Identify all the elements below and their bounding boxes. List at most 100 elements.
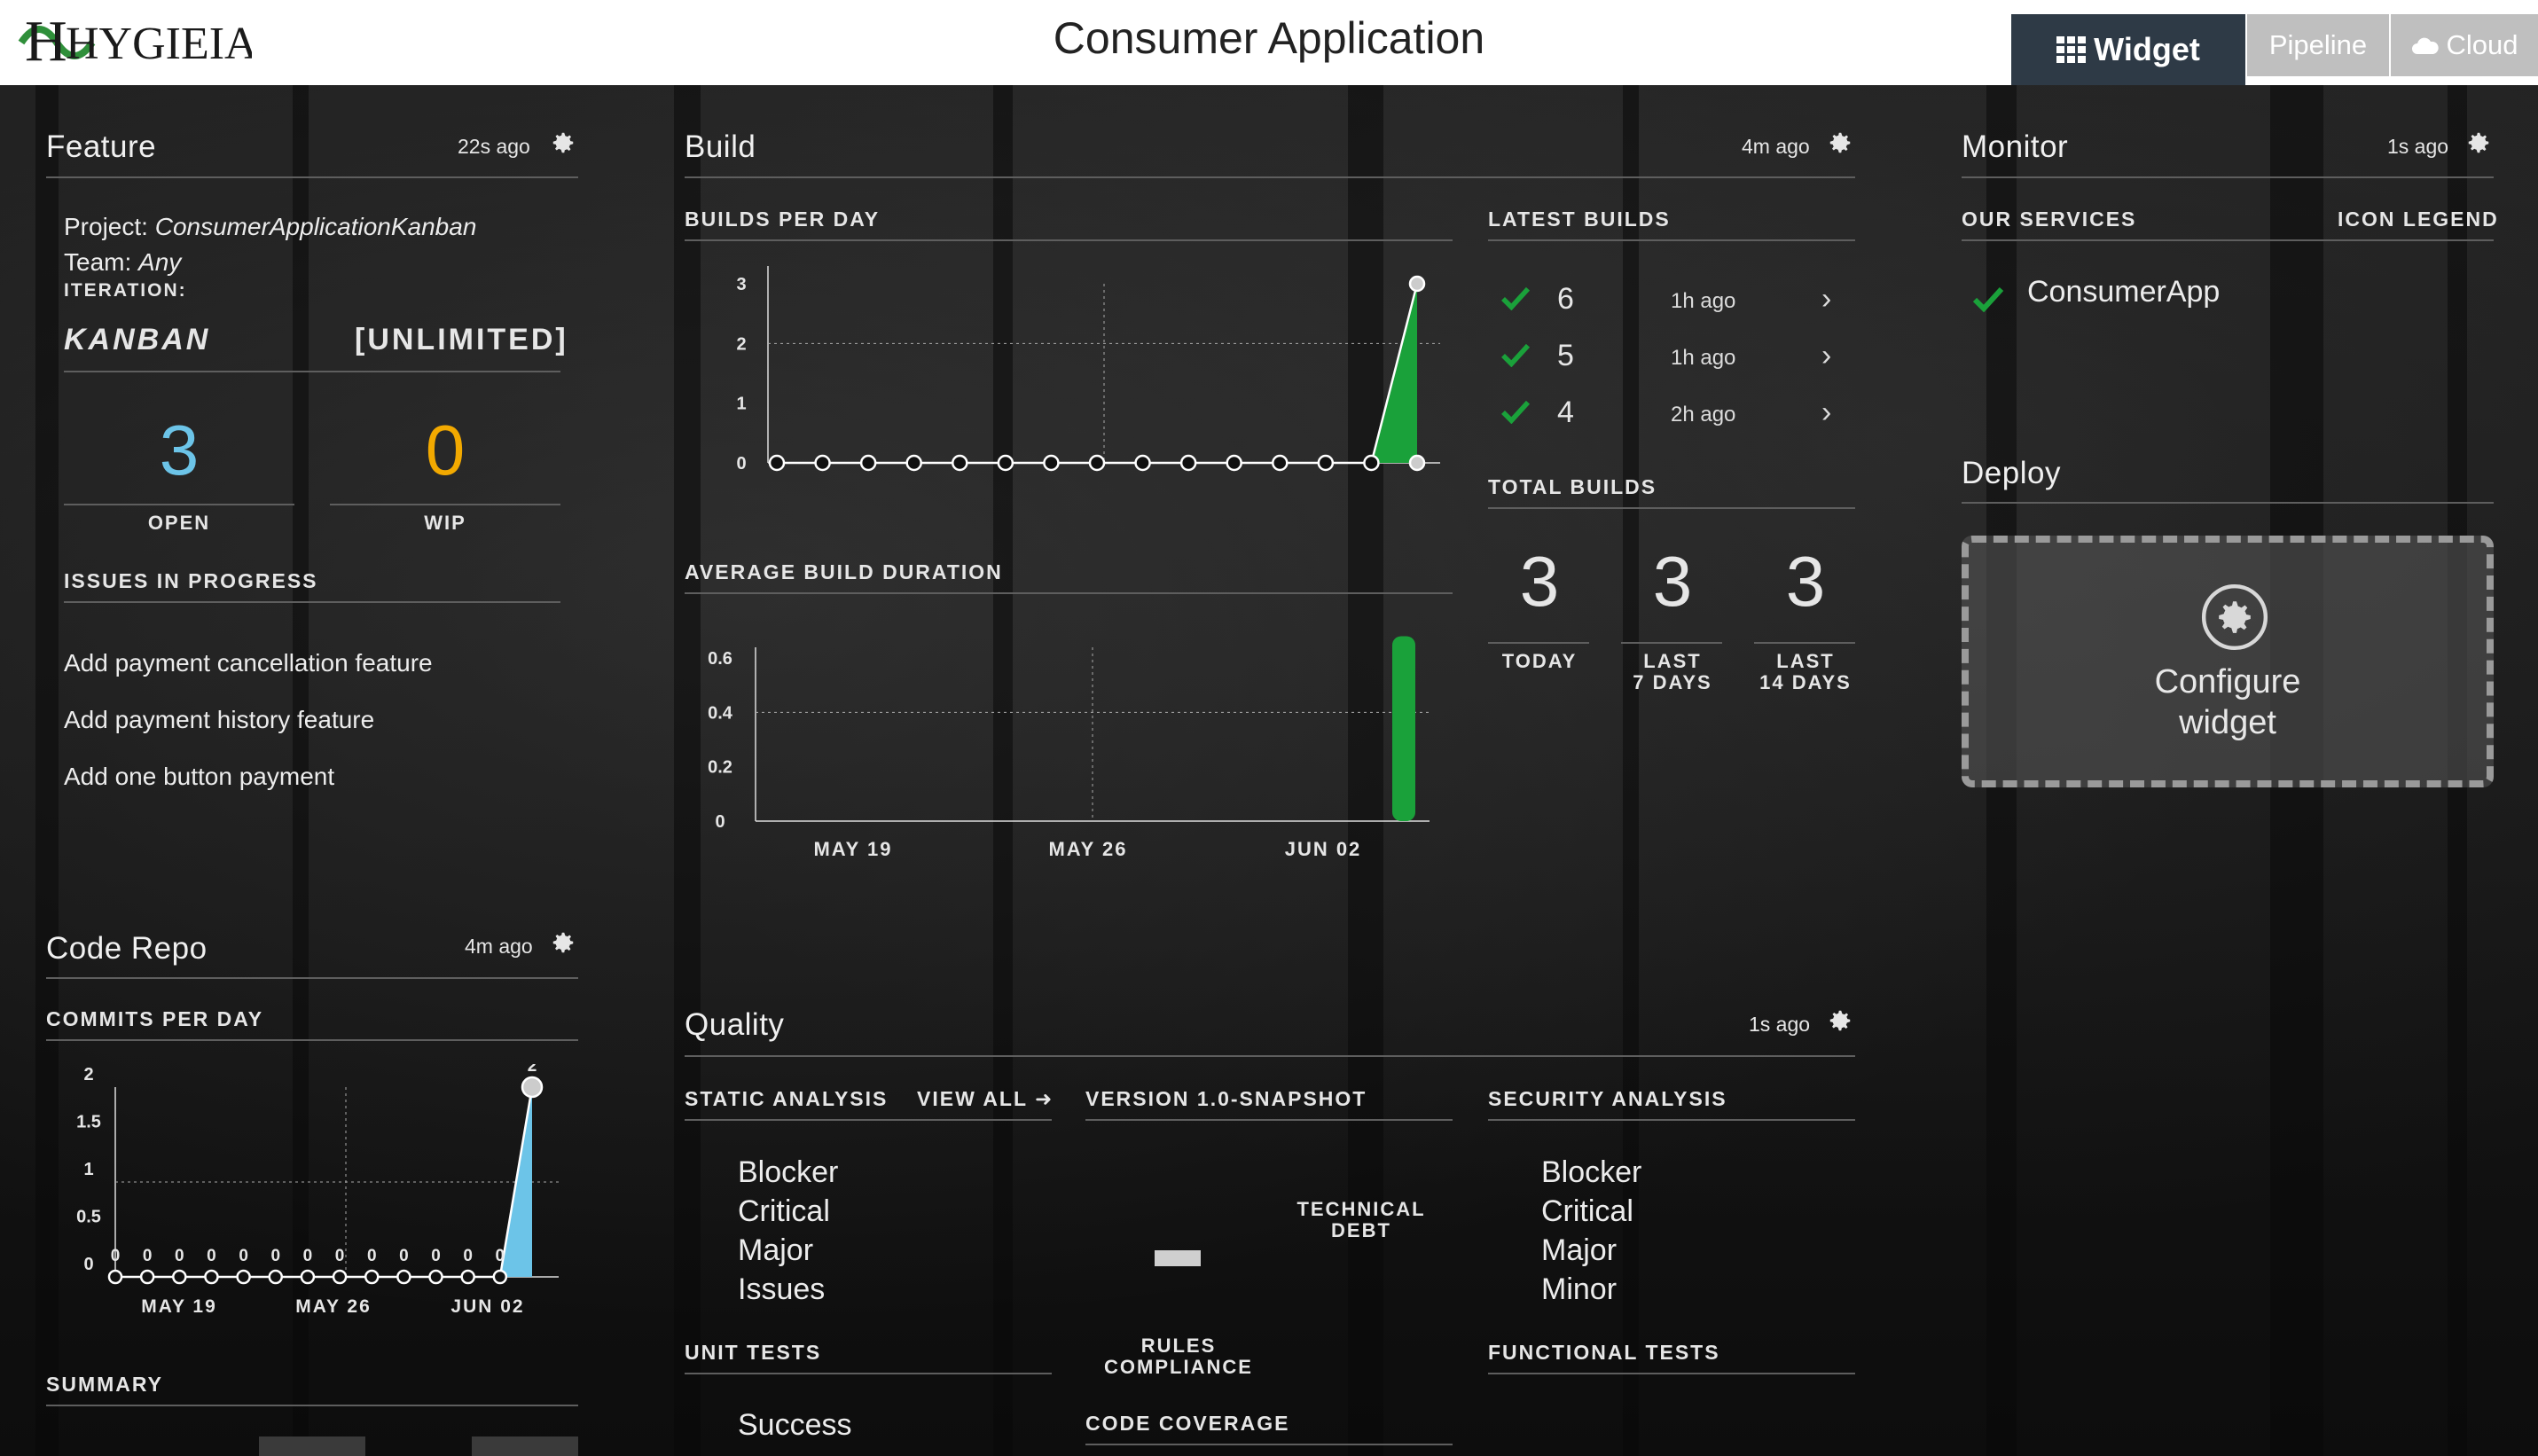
commits-point-label: 0 (463, 1247, 473, 1265)
code-repo-settings-gear-icon[interactable] (550, 929, 576, 956)
commits-point-label: 0 (367, 1247, 377, 1265)
builds-point (1088, 454, 1106, 472)
commits-point-label: 0 (143, 1247, 153, 1265)
builds-point (1408, 454, 1426, 472)
monitor-age: 1s ago (2387, 135, 2449, 158)
pipeline-view-button[interactable]: Pipeline (2247, 14, 2389, 76)
unit-tests-success: Success (738, 1408, 852, 1442)
builds-point (1363, 454, 1380, 472)
issue-item[interactable]: Add payment history feature (64, 706, 374, 734)
issue-item[interactable]: Add payment cancellation feature (64, 649, 433, 677)
latest-build-row[interactable]: 4 2h ago › (1488, 390, 1855, 438)
x-tick-label: JUN 02 (450, 1296, 524, 1317)
view-all-label: VIEW ALL (917, 1087, 1029, 1110)
builds-line (777, 283, 1419, 465)
total-builds-divider (1488, 507, 1855, 509)
x-tick-label: MAY 26 (1048, 838, 1127, 860)
latest-builds-divider (1488, 239, 1855, 241)
deploy-divider (1962, 502, 2494, 504)
feature-age: 22s ago (458, 135, 530, 158)
grid-icon (2056, 36, 2087, 63)
feature-settings-gear-icon[interactable] (550, 129, 576, 156)
y-tick-label: 1 (83, 1160, 93, 1179)
x-tick-label: MAY 26 (295, 1296, 372, 1317)
icon-legend-link[interactable]: ICON LEGEND (2338, 207, 2499, 231)
static-item: Critical (738, 1194, 830, 1228)
open-divider (64, 504, 294, 505)
total-today-value: 3 (1519, 542, 1560, 621)
code-repo-title: Code Repo (46, 931, 208, 966)
commits-heading: COMMITS PER DAY (46, 1007, 264, 1030)
commits-per-day-chart: 00.511.520 0 0 0 0 0 0 0 0 0 0 0 02MAY 19 MAY 26 JUN 0… (76, 1064, 559, 1317)
service-ok-check-icon (1972, 286, 2004, 312)
chevron-right-icon: › (1821, 395, 1832, 429)
wip-divider (330, 504, 560, 505)
rules-compliance-indicator (1155, 1250, 1201, 1266)
project-name: ConsumerApplicationKanban (154, 213, 477, 240)
build-title: Build (685, 129, 756, 164)
monitor-settings-gear-icon[interactable] (2465, 129, 2492, 156)
build-settings-gear-icon[interactable] (1827, 129, 1853, 156)
code-coverage-heading: CODE COVERAGE (1085, 1412, 1290, 1435)
builds-point (1272, 454, 1289, 472)
chevron-right-icon: › (1821, 339, 1832, 372)
build-success-check-icon (1501, 286, 1531, 310)
commits-point (428, 1269, 443, 1285)
summary-tab[interactable] (259, 1436, 365, 1456)
commits-point-label: 0 (239, 1247, 248, 1265)
x-tick-label: MAY 19 (813, 838, 892, 860)
builds-point (905, 454, 922, 472)
view-all-link[interactable]: VIEW ALL ➜ (917, 1087, 1054, 1111)
y-tick-label: 3 (736, 275, 746, 294)
builds-point (952, 454, 968, 472)
top-bar: H HYGIEIA Consumer Application Widget Pi… (0, 0, 2538, 85)
y-tick-label: 1 (736, 395, 746, 414)
feature-title: Feature (46, 129, 157, 164)
static-analysis-list: Blocker Critical Major Issues (738, 1153, 838, 1309)
commits-point (268, 1269, 284, 1285)
y-tick-label: 2 (83, 1065, 93, 1084)
open-label: OPEN (147, 512, 211, 534)
builds-point (1179, 454, 1197, 472)
builds-point (768, 454, 786, 472)
service-name[interactable]: ConsumerApp (2027, 275, 2220, 309)
commits-point-label: 0 (111, 1247, 121, 1265)
avg-duration-heading: AVERAGE BUILD DURATION (685, 560, 1003, 583)
team-line: Team: Any (64, 248, 181, 277)
configure-widget-placeholder[interactable]: Configure widget (1962, 536, 2494, 787)
latest-build-row[interactable]: 6 1h ago › (1488, 277, 1855, 325)
security-divider (1488, 1119, 1855, 1121)
security-item: Critical (1541, 1194, 1633, 1228)
summary-divider (46, 1405, 578, 1406)
y-tick-label: 0.5 (76, 1208, 101, 1227)
view-switcher: Widget Pipeline Cloud (2011, 14, 2538, 85)
issue-item[interactable]: Add one button payment (64, 763, 334, 791)
builds-point (997, 454, 1014, 472)
total-divider (1621, 642, 1722, 644)
static-analysis-heading: STATIC ANALYSIS (685, 1087, 889, 1110)
build-age: 1h ago (1671, 346, 1736, 370)
unit-tests-divider (685, 1373, 1052, 1374)
quality-settings-gear-icon[interactable] (1827, 1007, 1853, 1034)
build-age: 1h ago (1671, 289, 1736, 313)
commits-point (492, 1269, 508, 1285)
avg-duration-divider (685, 592, 1453, 594)
y-tick-label: 2 (736, 334, 746, 354)
widget-view-button[interactable]: Widget (2011, 14, 2245, 85)
iteration-label: ITERATION: (64, 280, 187, 301)
latest-build-row[interactable]: 5 1h ago › (1488, 333, 1855, 381)
commits-point-label: 0 (270, 1247, 280, 1265)
y-tick-label: 0.6 (708, 649, 732, 669)
code-repo-age: 4m ago (465, 935, 533, 958)
summary-tab[interactable] (472, 1436, 578, 1456)
commits-point-label: 0 (431, 1247, 441, 1265)
builds-point (859, 454, 877, 472)
commits-point (107, 1269, 123, 1285)
security-item: Minor (1541, 1272, 1618, 1306)
commits-point-label: 0 (303, 1247, 313, 1265)
quality-divider (685, 1055, 1855, 1057)
wip-label: WIP (424, 512, 466, 534)
rules-compliance-label: RULES COMPLIANCE (1104, 1335, 1253, 1378)
builds-point (1408, 275, 1426, 293)
cloud-view-button[interactable]: Cloud (2391, 14, 2538, 76)
